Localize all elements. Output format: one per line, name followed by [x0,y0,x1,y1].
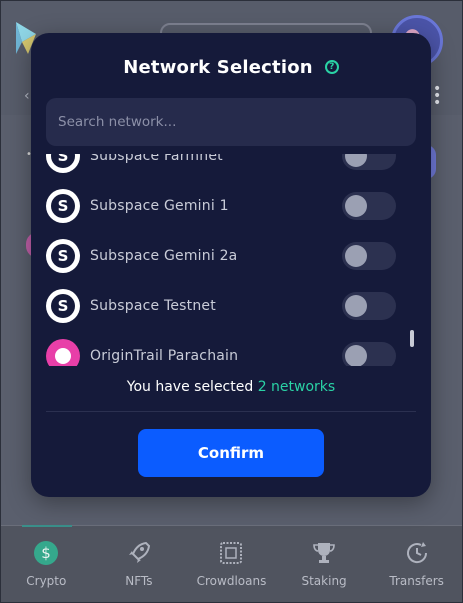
network-list[interactable]: S Subspace Farmnet S Subspace Gemini 1 S… [31,154,431,366]
toggle-knob [345,345,367,366]
nav-label: Crypto [26,574,67,588]
network-name: Subspace Farmnet [90,154,223,164]
trophy-icon [309,538,339,568]
stamp-icon [216,538,246,568]
network-toggle[interactable] [342,292,396,320]
network-row-subspace-farmnet[interactable]: S Subspace Farmnet [46,154,411,178]
nav-item-staking[interactable]: Staking [278,526,371,603]
background-arrow-icon: ‹ [24,88,30,104]
network-name: Subspace Gemini 1 [90,198,229,214]
network-name: OriginTrail Parachain [90,348,239,364]
modal-header: Network Selection ? [31,54,431,80]
toggle-knob [345,195,367,217]
search-input[interactable] [46,98,416,146]
network-row-subspace-gemini-2a[interactable]: S Subspace Gemini 2a [46,234,411,278]
nav-active-indicator [22,525,72,527]
more-options-icon: • • • [433,81,442,111]
network-row-origintrail-parachain[interactable]: OriginTrail Parachain [46,334,411,366]
network-row-subspace-gemini-1[interactable]: S Subspace Gemini 1 [46,184,411,228]
selection-summary-prefix: You have selected [126,379,258,395]
selection-count: 2 networks [257,379,336,395]
nav-label: Staking [301,574,347,588]
network-row-subspace-testnet[interactable]: S Subspace Testnet [46,284,411,328]
network-name: Subspace Gemini 2a [90,248,238,264]
svg-text:$: $ [42,544,52,562]
subspace-logo-icon: S [46,154,80,173]
subspace-logo-icon: S [46,189,80,223]
network-toggle[interactable] [342,192,396,220]
network-toggle[interactable] [342,154,396,170]
network-toggle[interactable] [342,242,396,270]
nav-item-crowdloans[interactable]: Crowdloans [185,526,278,603]
selection-summary: You have selected 2 networks [31,379,431,395]
confirm-button[interactable]: Confirm [138,429,324,477]
network-toggle[interactable] [342,342,396,366]
toggle-knob [345,295,367,317]
nav-item-crypto[interactable]: $ Crypto [0,525,93,603]
rocket-icon [124,538,154,568]
origintrail-logo-icon [46,339,80,366]
bottom-nav: $ Crypto NFTs Crowdloans Staking Transfe… [0,525,463,603]
modal-divider [46,411,416,412]
clock-arrow-icon [402,538,432,568]
toggle-knob [345,245,367,267]
question-circle-icon[interactable]: ? [324,60,339,74]
nav-item-nfts[interactable]: NFTs [93,526,186,603]
toggle-knob [345,154,367,167]
nav-item-transfers[interactable]: Transfers [370,526,463,603]
list-scrollbar[interactable] [410,330,414,347]
network-selection-modal: Network Selection ? S Subspace Farmnet S… [31,33,431,497]
nav-label: NFTs [125,574,153,588]
subspace-logo-icon: S [46,239,80,273]
nav-label: Transfers [389,574,444,588]
nav-label: Crowdloans [196,574,267,588]
dollar-coin-icon: $ [31,538,61,568]
subspace-logo-icon: S [46,289,80,323]
search-network-field[interactable] [46,98,416,146]
modal-title: Network Selection [123,56,313,78]
network-name: Subspace Testnet [90,298,216,314]
